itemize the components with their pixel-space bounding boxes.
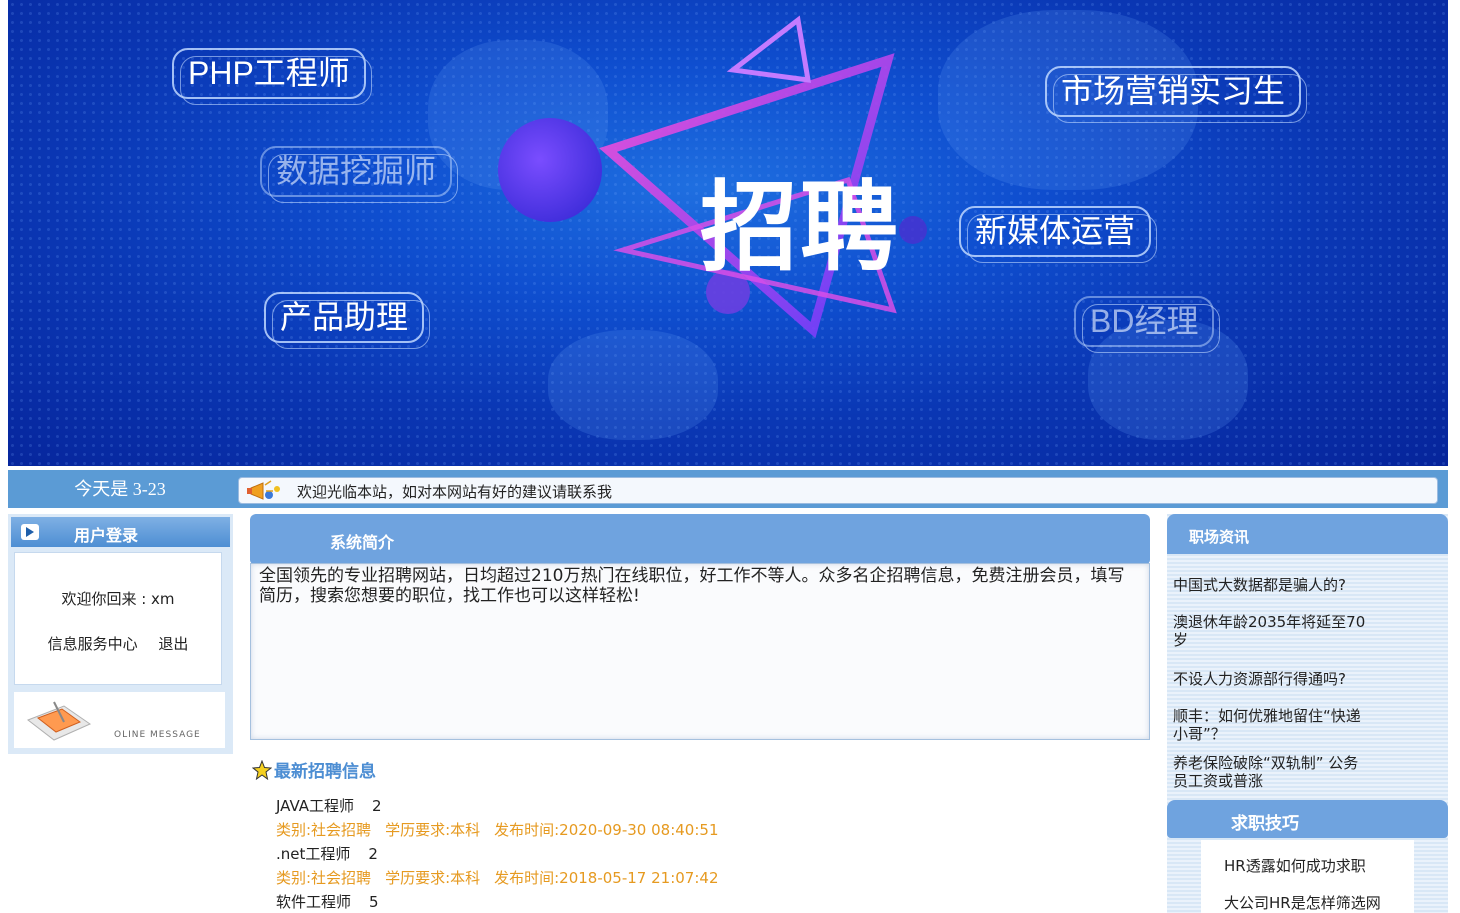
jobs-section-title: 最新招聘信息 [252,757,376,782]
job-name[interactable]: .net工程师 [276,845,350,863]
job-meta: 类别:社会招聘 学历要求:本科 发布时间:2018-05-17 21:07:42 [276,867,733,888]
job-row[interactable]: .net工程师 2 [276,843,378,864]
intro-box: 全国领先的专业招聘网站，日均超过210万热门在线职位，好工作不等人。众多名企招聘… [250,563,1150,740]
news-item[interactable]: 中国式大数据都是骗人的? [1173,576,1373,594]
service-center-link[interactable]: 信息服务中心 [48,635,138,653]
intro-header: 系统简介 [250,514,1150,564]
news-item[interactable]: 不设人力资源部行得通吗? [1173,670,1373,688]
message-caption: OLINE MESSAGE [114,730,201,740]
tip-item[interactable]: HR透露如何成功求职 [1224,855,1366,876]
intro-text: 全国领先的专业招聘网站，日均超过210万热门在线职位，好工作不等人。众多名企招聘… [259,566,1125,606]
news-title: 职场资讯 [1189,528,1250,546]
job-row[interactable]: 软件工程师 5 [276,891,379,912]
news-header: 职场资讯 [1167,514,1448,554]
banner-tag: PHP工程师 [172,48,372,106]
banner-tag: 产品助理 [264,292,431,350]
tips-header: 求职技巧 [1167,800,1448,838]
online-message-banner[interactable]: OLINE MESSAGE [14,692,225,748]
tips-title: 求职技巧 [1231,814,1299,834]
job-education: 学历要求:本科 [385,821,481,839]
news-item[interactable]: 养老保险破除“双轨制” 公务员工资或普涨 [1173,754,1373,790]
hero-banner: 招聘 PHP工程师 数据挖掘师 产品助理 市场营销实习生 新媒体运营 BD经理 [8,0,1448,466]
banner-tag: 新媒体运营 [959,206,1158,264]
news-item[interactable]: 顺丰：如何优雅地留住“快递小哥”？ [1173,707,1373,743]
today-date: 今天是 3-23 [74,479,166,499]
job-meta: 类别:社会招聘 学历要求:本科 发布时间:2020-09-30 08:40:51 [276,819,733,840]
right-sidebar: 职场资讯 中国式大数据都是骗人的? 澳退休年龄2035年将延至70岁 不设人力资… [1167,514,1448,913]
login-box: 欢迎你回来 : xm 信息服务中心 退出 [14,552,222,685]
intro-title: 系统简介 [330,533,395,552]
job-time: 发布时间:2020-09-30 08:40:51 [494,821,719,839]
job-category: 类别:社会招聘 [276,869,372,887]
job-count: 5 [369,893,379,911]
banner-tag: 数据挖掘师 [260,146,459,204]
welcome-text: 欢迎你回来 : xm [61,590,175,608]
login-title: 用户登录 [74,526,139,545]
job-education: 学历要求:本科 [385,869,481,887]
job-count: 2 [368,845,378,863]
star-icon [252,760,272,780]
megaphone-icon [247,480,280,500]
user-links: 信息服务中心 退出 [15,633,221,654]
login-header: 用户登录 [11,517,230,547]
banner-tag: 市场营销实习生 [1045,66,1308,124]
jobs-title: 最新招聘信息 [274,762,376,782]
message-pad-icon [26,701,92,741]
logout-link[interactable]: 退出 [158,635,188,653]
banner-tag: BD经理 [1074,296,1221,354]
job-count: 2 [372,797,382,815]
news-item[interactable]: 澳退休年龄2035年将延至70岁 [1173,613,1373,649]
banner-title: 招聘 [700,171,901,285]
job-name[interactable]: JAVA工程师 [276,797,354,815]
job-name[interactable]: 软件工程师 [276,893,351,911]
arrow-right-icon [21,524,39,540]
notice-marquee: 欢迎光临本站，如对本网站有好的建议请联系我 [238,477,1438,504]
job-time: 发布时间:2018-05-17 21:07:42 [494,869,719,887]
notice-text: 欢迎光临本站，如对本网站有好的建议请联系我 [297,483,613,501]
tip-item[interactable]: 大公司HR是怎样筛选网 [1224,892,1381,913]
info-bar: 今天是 3-23 欢迎光临本站，如对本网站有好的建议请联系我 [8,468,1448,508]
job-category: 类别:社会招聘 [276,821,372,839]
job-row[interactable]: JAVA工程师 2 [276,795,382,816]
login-panel: 用户登录 欢迎你回来 : xm 信息服务中心 退出 OLINE MESSAGE [8,514,233,754]
